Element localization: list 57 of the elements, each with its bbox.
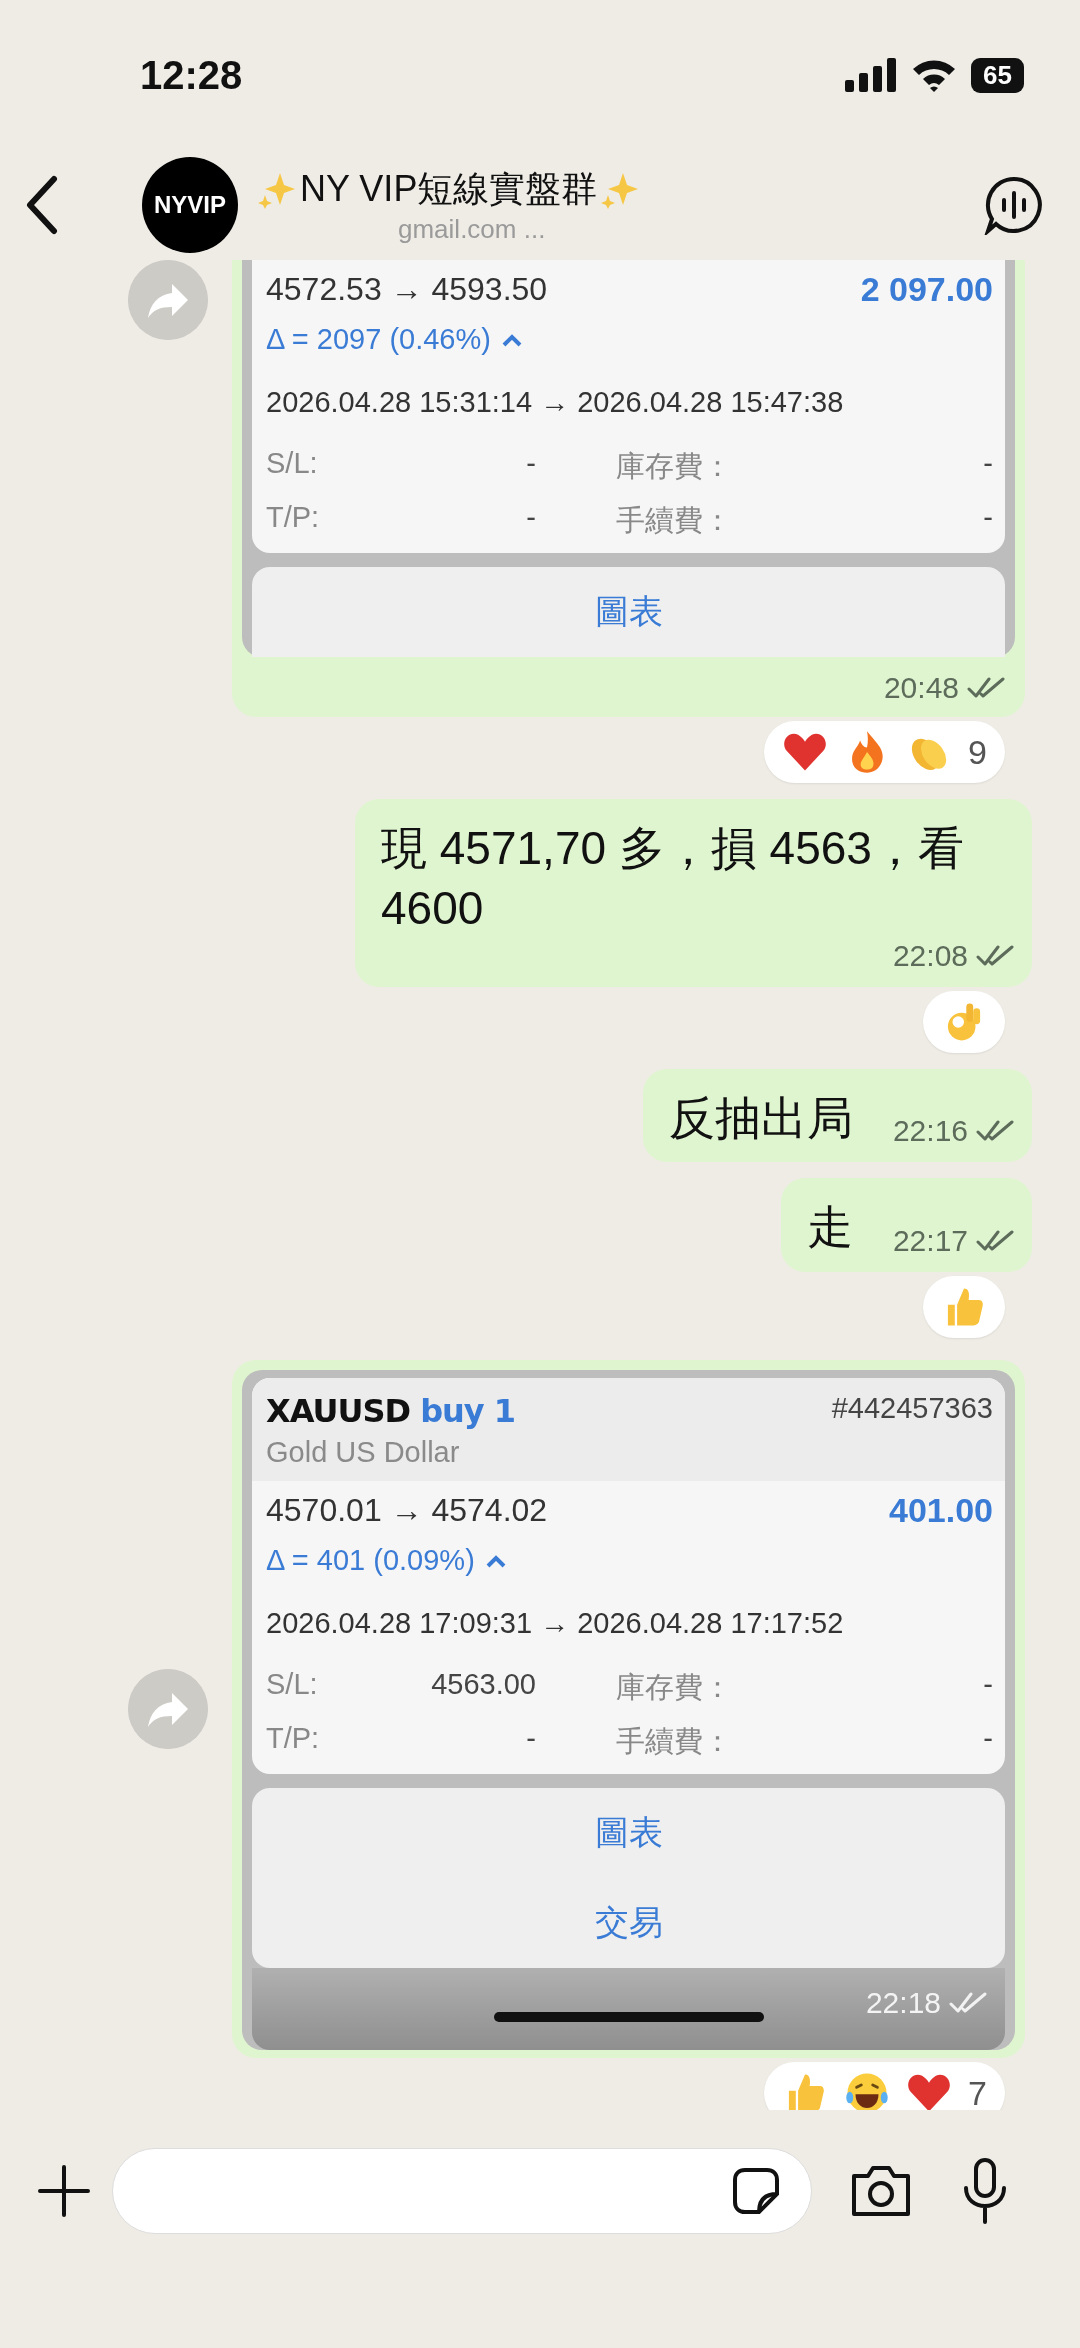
field-label: 庫存費： <box>615 1670 733 1706</box>
field-label: 庫存費： <box>615 449 733 484</box>
message-time: 20:48 <box>883 671 959 705</box>
delta-text: Δ = 401 (0.09%) <box>266 1544 475 1578</box>
wifi-icon <box>911 58 958 92</box>
chat-subtitle: gmail.com ... <box>397 214 547 245</box>
reaction-pill[interactable]: 9 <box>764 721 1005 783</box>
ticket-number: #442457363 <box>831 1392 993 1427</box>
read-ticks-icon <box>967 676 1007 700</box>
field-value: - <box>525 447 536 481</box>
field-label: 手續費： <box>615 1724 733 1760</box>
field-value: - <box>982 501 993 535</box>
chat-title: NY VIP短線實盤群 <box>300 167 598 211</box>
message-time: 22:08 <box>892 938 968 973</box>
status-time: 12:28 <box>140 52 243 98</box>
field-value: - <box>525 501 536 535</box>
field-label: T/P: <box>266 501 321 535</box>
battery-level: 65 <box>971 57 1024 93</box>
field-value: - <box>982 447 993 481</box>
field-label: S/L: <box>266 447 319 481</box>
message-time: 22:17 <box>892 1224 968 1259</box>
instrument-name: Gold US Dollar <box>266 1436 461 1470</box>
profit-value: 2 097.00 <box>860 270 993 309</box>
sticker-icon[interactable] <box>731 2166 781 2216</box>
field-value: - <box>982 1668 993 1703</box>
laughing-face-icon <box>844 2070 891 2110</box>
delta-text: Δ = 2097 (0.46%) <box>266 323 491 356</box>
action-button[interactable]: 圖表 <box>554 1788 703 1879</box>
voice-chat-icon[interactable] <box>984 175 1044 235</box>
symbol-label: XAUUSD buy 1 <box>266 1392 516 1431</box>
add-icon[interactable] <box>36 2163 92 2219</box>
field-label: S/L: <box>266 1668 319 1703</box>
field-value: 4563.00 <box>430 1668 536 1703</box>
price-range: 4570.01 → 4574.02 <box>266 1492 548 1530</box>
field-value: - <box>982 1722 993 1757</box>
reaction-count: 9 <box>968 732 987 772</box>
group-avatar[interactable]: NYVIP <box>142 157 238 253</box>
time-range: 2026.04.28 17:09:31 → 2026.04.28 17:17:52 <box>266 1607 845 1641</box>
message-text: 反抽出局 <box>668 1090 853 1146</box>
message-time: 22:18 <box>865 1986 941 2021</box>
caret-up-icon <box>500 332 523 347</box>
profit-value: 401.00 <box>889 1491 993 1531</box>
field-value: - <box>525 1722 536 1757</box>
message-text: 走 <box>806 1200 853 1256</box>
action-button[interactable]: 圖表 <box>554 567 703 657</box>
time-range: 2026.04.28 15:31:14 → 2026.04.28 15:47:38 <box>266 386 845 419</box>
reaction-pill[interactable]: 7 <box>764 2062 1005 2110</box>
action-button[interactable]: 交易 <box>554 1878 703 1969</box>
message-text: 現 4571,70 多，損 4563，看 4600 <box>381 821 965 936</box>
field-label: 手續費： <box>615 503 733 538</box>
reaction-count: 7 <box>968 2073 987 2110</box>
price-range: 4572.53 → 4593.50 <box>266 271 548 308</box>
field-label: T/P: <box>266 1722 321 1757</box>
read-ticks-icon <box>976 943 1016 968</box>
signal-icon <box>845 58 898 92</box>
caret-up-icon <box>484 1553 507 1568</box>
message-time: 22:16 <box>892 1114 968 1149</box>
